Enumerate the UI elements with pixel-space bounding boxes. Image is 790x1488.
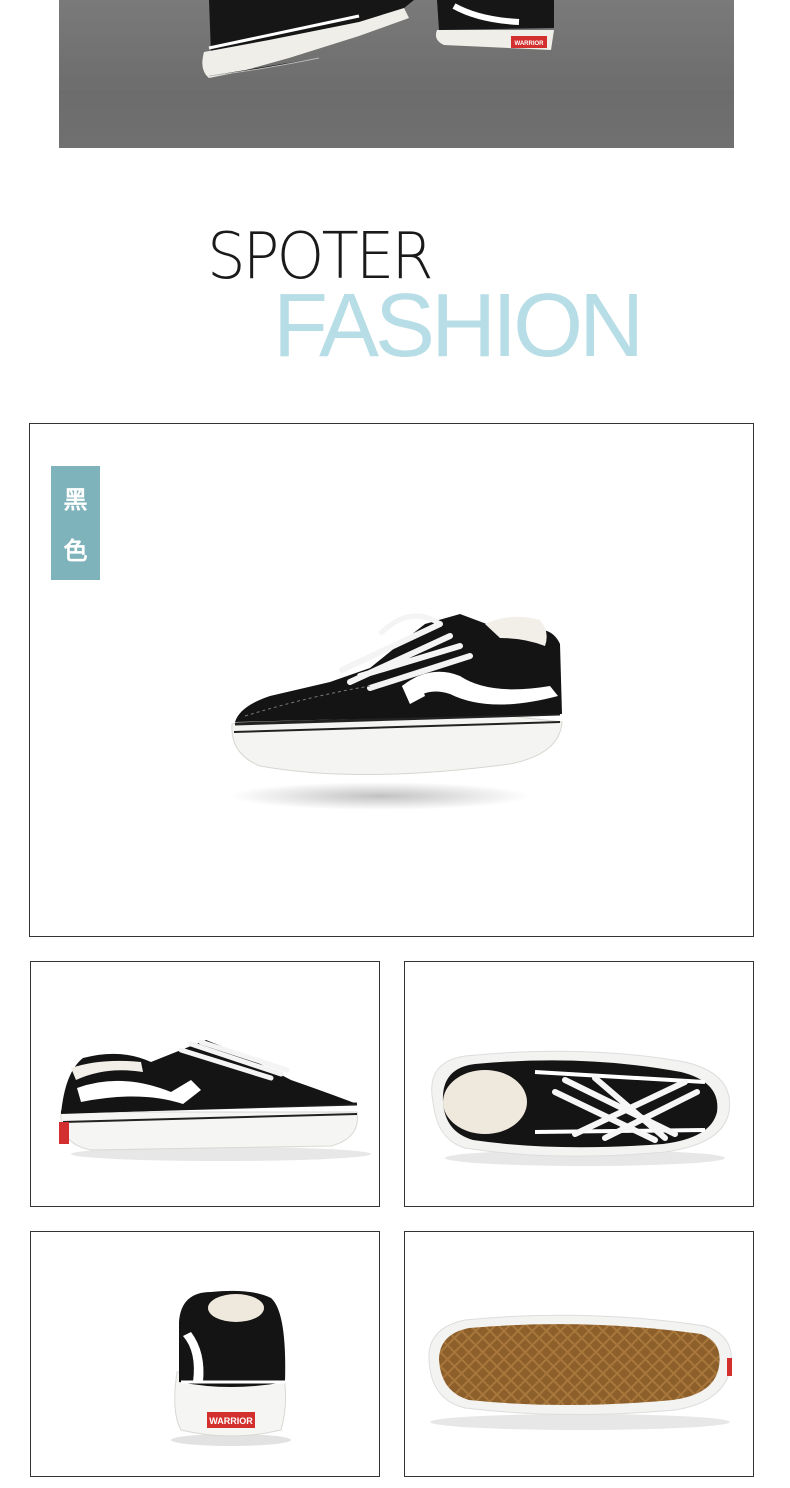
main-product-frame: 黑 色 <box>29 423 754 937</box>
title-fashion: FASHION <box>273 276 644 376</box>
hero-warrior-label: WARRIOR <box>515 41 545 47</box>
view-side-frame <box>30 961 380 1207</box>
view-top-frame <box>404 961 754 1207</box>
side-view-shoe-image <box>59 1039 371 1161</box>
back-warrior-label: WARRIOR <box>209 1416 253 1426</box>
title-block: SPOTER FASHION <box>0 215 790 385</box>
hero-shoes-illustration: WARRIOR <box>59 0 734 148</box>
top-view-shoe-image <box>431 1050 731 1166</box>
main-shoe-image <box>230 613 563 810</box>
view-back-frame: WARRIOR <box>30 1231 380 1477</box>
view-sole-frame <box>404 1231 754 1477</box>
back-view-shoe-image: WARRIOR <box>171 1290 291 1446</box>
sole-view-shoe-image <box>428 1314 732 1430</box>
hero-photo: WARRIOR <box>59 0 734 148</box>
